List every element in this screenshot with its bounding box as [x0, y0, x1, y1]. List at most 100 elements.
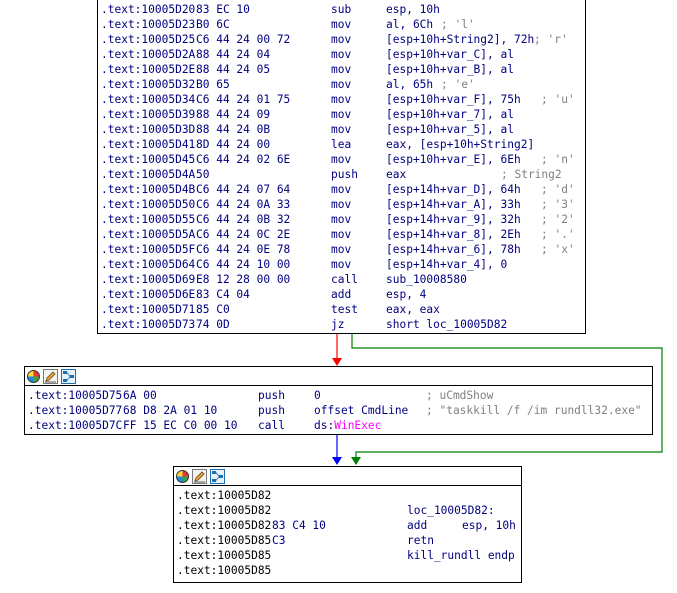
mnemonic: mov — [331, 183, 352, 196]
opcode-bytes: 6A 00 — [123, 389, 157, 402]
disasm-line[interactable]: .text:10005D2A 88 44 24 04 mov [esp+10h+var… — [101, 47, 583, 62]
address: .text:10005D85 — [177, 534, 272, 547]
opcode-bytes: 88 44 24 04 — [196, 48, 271, 61]
disasm-line[interactable]: .text:10005D45 C6 44 24 02 6E mov [esp+10h+… — [101, 152, 583, 167]
address: .text:10005D55 — [101, 213, 196, 226]
operands: esp, 10h — [462, 519, 516, 532]
code-block-3[interactable]: .text:10005D82 .text:10005D82 loc_10005D82… — [173, 466, 522, 583]
address: .text:10005D45 — [101, 153, 196, 166]
address: .text:10005D77 — [28, 404, 123, 417]
address: .text:10005D64 — [101, 258, 196, 271]
mnemonic: call — [331, 273, 358, 286]
disasm-line[interactable]: .text:10005D34 C6 44 24 01 75 mov [esp+10h+… — [101, 92, 583, 107]
address: .text:10005D23 — [101, 18, 196, 31]
mnemonic: jz — [331, 318, 345, 331]
opcode-bytes: C6 44 24 0A 33 — [196, 198, 291, 211]
disasm-line[interactable]: .text:10005D7C FF 15 EC C0 00 10 call ds:Wi… — [28, 418, 650, 433]
disasm-line[interactable]: .text:10005D75 6A 00 push 0 ; uCmdShow — [28, 388, 650, 403]
opcode-bytes: C6 44 24 0B 32 — [196, 213, 291, 226]
comment: ; "taskkill /f /im rundll32.exe" — [426, 404, 642, 417]
disasm-line[interactable]: .text:10005D71 85 C0 test eax, eax — [101, 302, 583, 317]
disasm-line[interactable]: .text:10005D77 68 D8 2A 01 10 push offset C… — [28, 403, 650, 418]
opcode-bytes: 68 D8 2A 01 10 — [123, 404, 218, 417]
operands: [esp+14h+var_6], 78h — [386, 243, 521, 256]
comment: ; 'u' — [541, 93, 575, 106]
disasm-line[interactable]: .text:10005D39 88 44 24 09 mov [esp+10h+var… — [101, 107, 583, 122]
code-block-1[interactable]: .text:10005D20 83 EC 10 sub esp, 10h .text:1… — [97, 0, 586, 334]
operands: esp, 10h — [386, 3, 440, 16]
disasm-line[interactable]: .text:10005D82 83 C4 10 add esp, 10h — [177, 518, 519, 533]
mnemonic: push — [258, 404, 285, 417]
address: .text:10005D6E — [101, 288, 196, 301]
disasm-line[interactable]: .text:10005D5F C6 44 24 0E 78 mov [esp+14h+… — [101, 242, 583, 257]
disasm-line[interactable]: .text:10005D82 loc_10005D82: — [177, 503, 519, 518]
operands: eax, [esp+10h+String2] — [386, 138, 535, 151]
operands: [esp+14h+var_D], 64h — [386, 183, 521, 196]
disasm-line[interactable]: .text:10005D5A C6 44 24 0C 2E mov [esp+14h+… — [101, 227, 583, 242]
disasm-line[interactable]: .text:10005D64 C6 44 24 10 00 mov [esp+14h+… — [101, 257, 583, 272]
code-block-2[interactable]: .text:10005D75 6A 00 push 0; uCmdShow .text:… — [24, 366, 653, 435]
mnemonic: add — [407, 519, 428, 532]
disasm-line[interactable]: .text:10005D50 C6 44 24 0A 33 mov [esp+14h+… — [101, 197, 583, 212]
comment: ; '.' — [541, 228, 575, 241]
disasm-line[interactable]: .text:10005D2E 88 44 24 05 mov [esp+10h+var… — [101, 62, 583, 77]
operands: esp, 4 — [386, 288, 427, 301]
operands: short loc_10005D82 — [386, 318, 508, 331]
mnemonic: retn — [407, 534, 434, 547]
address: .text:10005D4B — [101, 183, 196, 196]
disasm-line[interactable]: .text:10005D6E 83 C4 04 add esp, 4 — [101, 287, 583, 302]
set-node-color-icon[interactable] — [176, 469, 189, 483]
disasm-line[interactable]: .text:10005D82 — [177, 488, 519, 503]
mnemonic: mov — [331, 63, 352, 76]
rename-node-icon[interactable] — [43, 368, 58, 384]
mnemonic: mov — [331, 108, 352, 121]
disasm-line[interactable]: .text:10005D23 B0 6C mov al, 6Ch ; 'l' — [101, 17, 583, 32]
comment: ; 'e' — [441, 78, 475, 91]
disasm-line[interactable]: .text:10005D73 74 0D jz short loc_10005D82 — [101, 317, 583, 332]
opcode-bytes: C6 44 24 00 72 — [196, 33, 291, 46]
disasm-line[interactable]: .text:10005D85 — [177, 563, 519, 578]
graph-overview-icon[interactable] — [61, 368, 76, 384]
set-node-color-icon[interactable] — [27, 369, 40, 383]
disasm-line[interactable]: .text:10005D32 B0 65 mov al, 65h ; 'e' — [101, 77, 583, 92]
opcode-bytes: 83 C4 04 — [196, 288, 250, 301]
disasm-line[interactable]: .text:10005D55 C6 44 24 0B 32 mov [esp+14h+… — [101, 212, 583, 227]
operands: [esp+10h+var_B], al — [386, 63, 514, 76]
disasm-line[interactable]: .text:10005D3D 88 44 24 0B mov [esp+10h+var… — [101, 122, 583, 137]
import-name: WinExec — [334, 419, 382, 432]
address: .text:10005D85 — [177, 549, 272, 562]
address: .text:10005D50 — [101, 198, 196, 211]
disasm-line[interactable]: .text:10005D20 83 EC 10 sub esp, 10h — [101, 2, 583, 17]
address: .text:10005D5A — [101, 228, 196, 241]
opcode-bytes: 50 — [196, 168, 210, 181]
address: .text:10005D4A — [101, 168, 196, 181]
mnemonic: mov — [331, 123, 352, 136]
mnemonic: mov — [331, 153, 352, 166]
disasm-line[interactable]: .text:10005D25 C6 44 24 00 72 mov [esp+10h+… — [101, 32, 583, 47]
disasm-line[interactable]: .text:10005D4A 50 push eax ; String2 — [101, 167, 583, 182]
opcode-bytes: B0 6C — [196, 18, 230, 31]
disasm-line[interactable]: .text:10005D41 8D 44 24 00 lea eax, [esp+10… — [101, 137, 583, 152]
address: .text:10005D73 — [101, 318, 196, 331]
mnemonic: mov — [331, 198, 352, 211]
mnemonic: push — [258, 389, 285, 402]
disasm-line[interactable]: .text:10005D4B C6 44 24 07 64 mov [esp+14h+… — [101, 182, 583, 197]
operands: eax — [386, 168, 407, 181]
comment: ; '2' — [541, 213, 575, 226]
address: .text:10005D2A — [101, 48, 196, 61]
disasm-line[interactable]: .text:10005D85 C3 retn — [177, 533, 519, 548]
disasm-line[interactable]: .text:10005D69 E8 12 28 00 00 call sub_1000… — [101, 272, 583, 287]
operands: al, 65h — [386, 78, 434, 91]
opcode-bytes: E8 12 28 00 00 — [196, 273, 291, 286]
rename-node-icon[interactable] — [192, 468, 207, 484]
mnemonic: kill_rundll endp — [407, 549, 515, 562]
disasm-line[interactable]: .text:10005D85 kill_rundll endp — [177, 548, 519, 563]
block2-header — [25, 367, 652, 386]
mnemonic: call — [258, 419, 285, 432]
operands: [esp+14h+var_8], 2Eh — [386, 228, 521, 241]
graph-overview-icon[interactable] — [210, 468, 225, 484]
address: .text:10005D82 — [177, 489, 272, 502]
mnemonic: mov — [331, 93, 352, 106]
operands: [esp+10h+var_F], 75h — [386, 93, 521, 106]
mnemonic: mov — [331, 243, 352, 256]
